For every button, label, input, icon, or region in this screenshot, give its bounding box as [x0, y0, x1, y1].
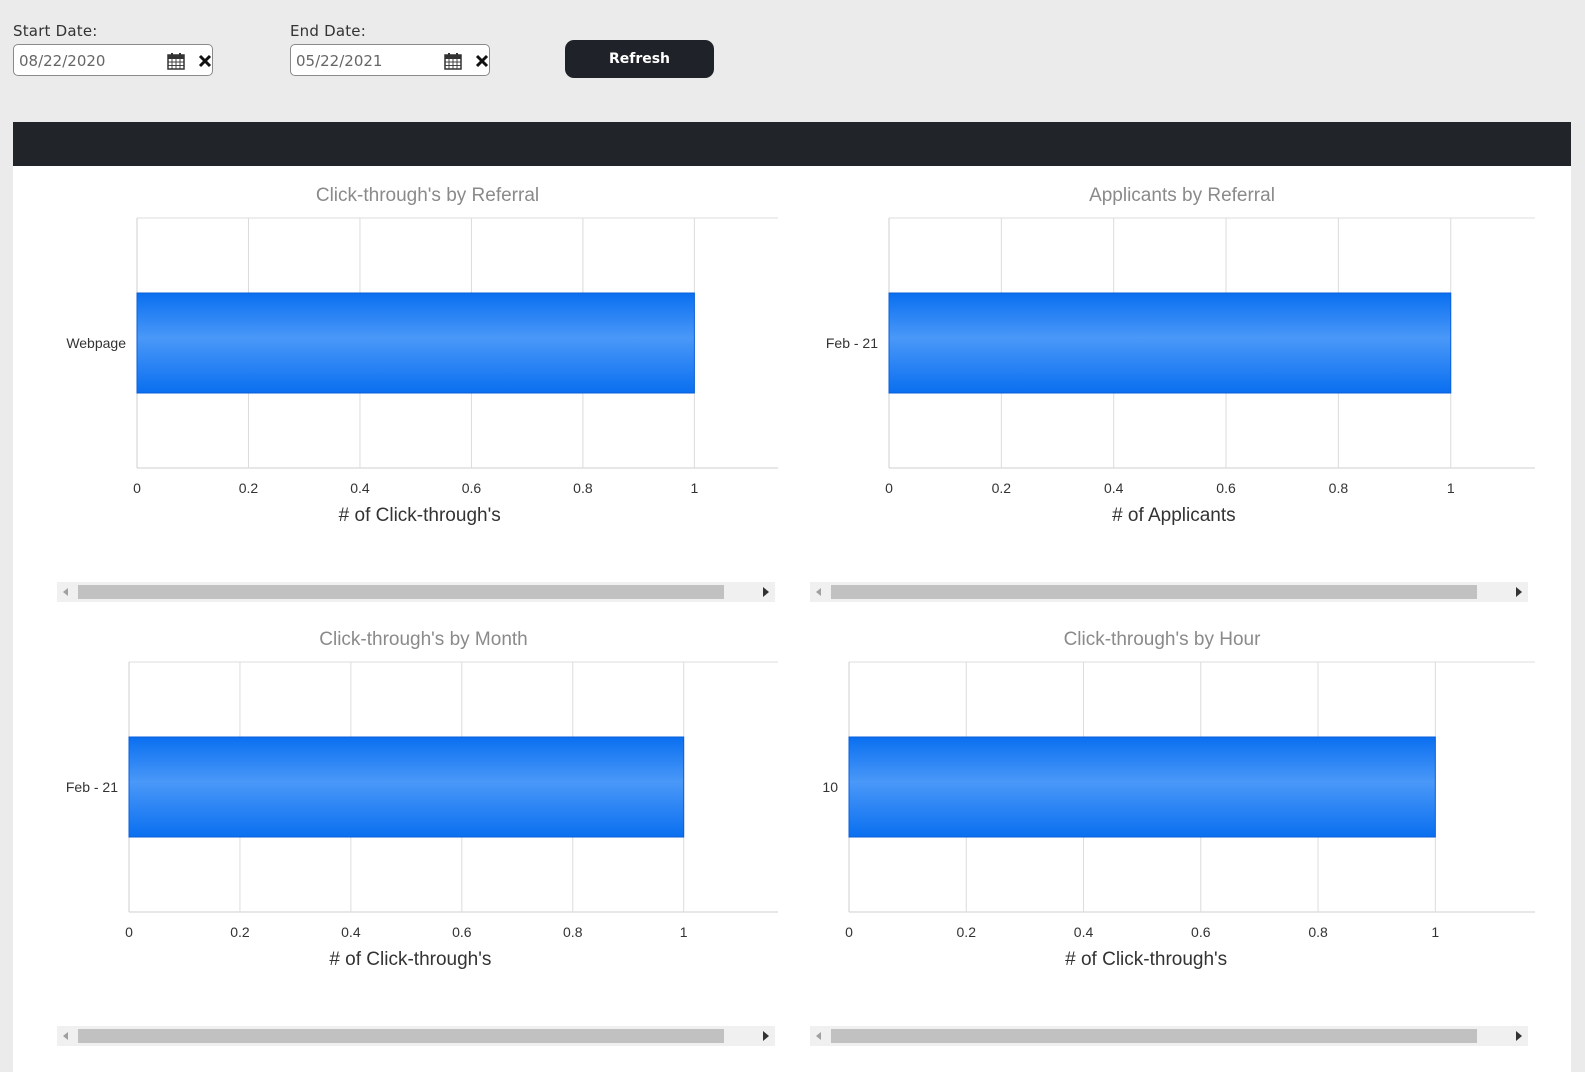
tick-label: 0.2	[992, 480, 1012, 496]
chart-scrollbar[interactable]	[810, 1026, 1528, 1046]
end-date-input[interactable]	[296, 51, 436, 71]
tick-label: 0	[845, 924, 853, 940]
header-bar	[13, 122, 1571, 166]
end-date-group: End Date:	[290, 22, 490, 76]
tick-label: 1	[680, 924, 688, 940]
tick-label: 0.6	[1191, 924, 1211, 940]
tick-label: 1	[690, 480, 698, 496]
scroll-right-icon[interactable]	[1516, 1031, 1522, 1041]
x-axis-label: # of Click-through's	[339, 505, 501, 526]
chart-scrollbar[interactable]	[57, 1026, 775, 1046]
tick-label: 1	[1431, 924, 1439, 940]
start-date-group: Start Date:	[13, 22, 213, 76]
chart-scrollbar[interactable]	[57, 582, 775, 602]
clear-icon[interactable]	[474, 53, 490, 69]
tick-label: 0	[885, 480, 893, 496]
tick-label: 0	[125, 924, 133, 940]
tick-label: 0.2	[957, 924, 977, 940]
scroll-right-icon[interactable]	[1516, 587, 1522, 597]
x-axis-label: # of Click-through's	[329, 949, 491, 970]
scroll-left-icon[interactable]	[816, 1032, 821, 1040]
refresh-button[interactable]: Refresh	[565, 40, 714, 78]
start-date-field[interactable]	[13, 44, 213, 76]
chart-clickthroughs-by-month: Click-through's by Month 0 0.2 0.4 0.6 0.8 1 Fe…	[53, 620, 793, 990]
tick-label: 0.8	[563, 924, 583, 940]
category-label: Feb - 21	[66, 779, 118, 795]
tick-label: 0	[133, 480, 141, 496]
scroll-left-icon[interactable]	[63, 1032, 68, 1040]
end-date-field[interactable]	[290, 44, 490, 76]
tick-label: 0.2	[239, 480, 259, 496]
clear-icon[interactable]	[197, 53, 213, 69]
chart-title: Click-through's by Hour	[1064, 629, 1262, 650]
chart-svg: Click-through's by Month 0 0.2 0.4 0.6 0.8 1 Fe…	[66, 629, 778, 970]
tick-label: 0.2	[230, 924, 250, 940]
start-date-input[interactable]	[19, 51, 159, 71]
tick-label: 0.4	[341, 924, 361, 940]
scroll-thumb[interactable]	[831, 585, 1477, 599]
x-axis-label: # of Click-through's	[1065, 949, 1227, 970]
chart-title: Click-through's by Month	[319, 629, 528, 650]
chart-scrollbar[interactable]	[810, 582, 1528, 602]
category-label: Feb - 21	[826, 335, 878, 351]
chart-svg: Applicants by Referral 0 0.2 0.4 0.6 0.8 1 Feb …	[826, 185, 1535, 526]
tick-label: 0.4	[1104, 480, 1124, 496]
tick-label: 0.4	[350, 480, 370, 496]
chart-svg: Click-through's by Hour 0 0.2 0.4 0.6 0.8 1 10 #…	[822, 629, 1535, 970]
scroll-left-icon[interactable]	[63, 588, 68, 596]
bar	[888, 292, 1452, 394]
scroll-left-icon[interactable]	[816, 588, 821, 596]
calendar-icon[interactable]	[444, 52, 462, 70]
chart-clickthroughs-by-referral: Click-through's by Referral 0 0.2 0.4 0.6 0.8…	[53, 176, 793, 546]
tick-label: 0.6	[1216, 480, 1236, 496]
end-date-label: End Date:	[290, 22, 366, 40]
chart-title: Applicants by Referral	[1089, 185, 1275, 206]
tick-label: 0.8	[1308, 924, 1328, 940]
chart-applicants-by-referral: Applicants by Referral 0 0.2 0.4 0.6 0.8 1 Feb …	[803, 176, 1543, 546]
scroll-right-icon[interactable]	[763, 587, 769, 597]
tick-label: 1	[1447, 480, 1455, 496]
tick-label: 0.8	[573, 480, 593, 496]
bar	[128, 736, 685, 838]
chart-title: Click-through's by Referral	[316, 185, 539, 206]
tick-label: 0.6	[452, 924, 472, 940]
scroll-thumb[interactable]	[78, 1029, 724, 1043]
tick-label: 0.8	[1329, 480, 1349, 496]
bar	[136, 292, 695, 394]
category-label: Webpage	[66, 335, 126, 351]
scroll-thumb[interactable]	[831, 1029, 1477, 1043]
start-date-label: Start Date:	[13, 22, 98, 40]
x-axis-label: # of Applicants	[1112, 505, 1236, 526]
tick-label: 0.4	[1074, 924, 1094, 940]
charts-panel: Click-through's by Referral 0 0.2 0.4 0.6 0.8…	[13, 166, 1571, 1072]
scroll-thumb[interactable]	[78, 585, 724, 599]
chart-svg: Click-through's by Referral 0 0.2 0.4 0.6 0.8…	[66, 185, 778, 526]
calendar-icon[interactable]	[167, 52, 185, 70]
bar	[848, 736, 1436, 838]
category-label: 10	[822, 779, 838, 795]
tick-label: 0.6	[462, 480, 482, 496]
scroll-right-icon[interactable]	[763, 1031, 769, 1041]
chart-clickthroughs-by-hour: Click-through's by Hour 0 0.2 0.4 0.6 0.8 1 10 #…	[803, 620, 1543, 990]
